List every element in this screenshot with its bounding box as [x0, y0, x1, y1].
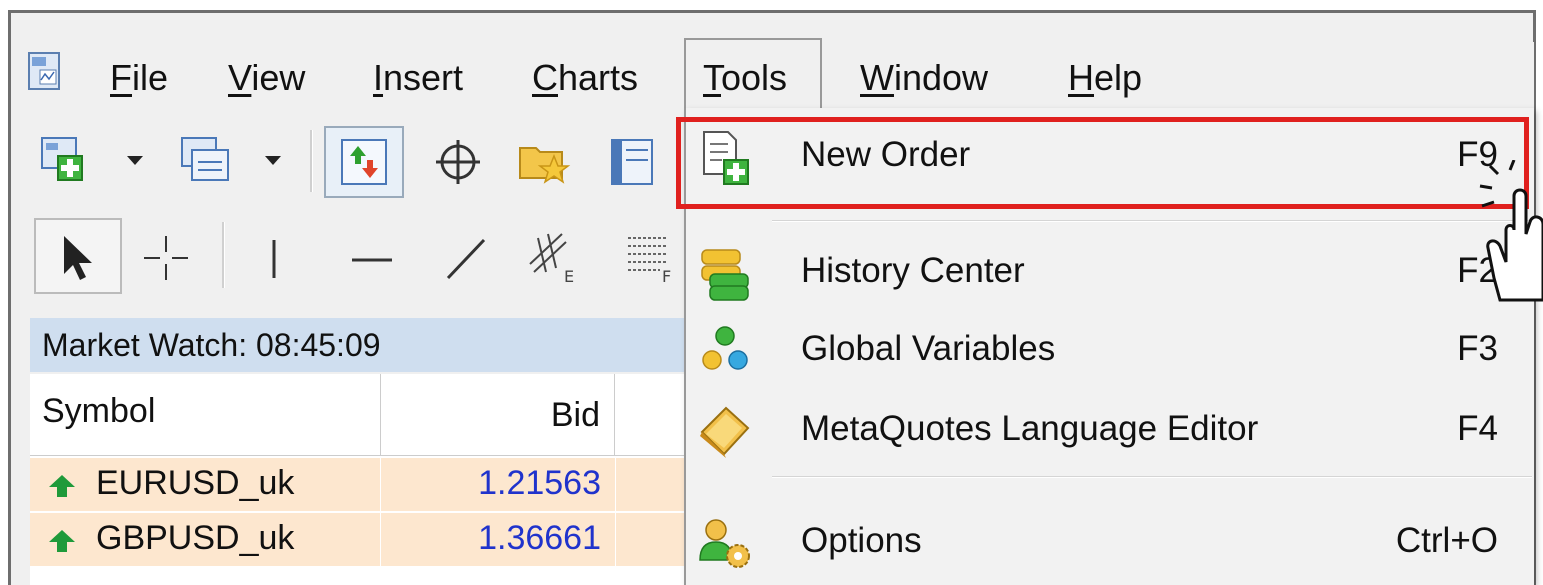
- app-icon[interactable]: [28, 52, 60, 90]
- profiles-icon[interactable]: [178, 134, 234, 190]
- arrow-up-icon: [49, 475, 75, 497]
- cell-divider: [615, 513, 616, 567]
- menu-separator: [772, 476, 1532, 478]
- menu-tools-hotkey: T: [703, 57, 721, 98]
- market-watch-table: Symbol Bid EURUSD_uk 1.21563 GBPUSD_uk 1…: [30, 374, 685, 585]
- menu-help-hotkey: H: [1068, 57, 1094, 98]
- cursor-icon: [64, 236, 92, 280]
- menu-item-shortcut: Ctrl+O: [1395, 521, 1498, 560]
- horizontal-line-icon[interactable]: [344, 230, 400, 286]
- menu-item-label: Options: [801, 521, 922, 560]
- menu-item-metaeditor[interactable]: MetaQuotes Language Editor F4: [686, 394, 1534, 464]
- cell-divider: [615, 458, 616, 512]
- menu-charts[interactable]: Charts: [532, 52, 638, 104]
- toolbar-separator: [222, 222, 225, 288]
- symbol-cell: GBPUSD_uk: [96, 519, 295, 557]
- hand-pointer-icon: [1479, 160, 1543, 302]
- menu-tools[interactable]: Tools: [703, 52, 787, 104]
- menu-view[interactable]: View: [228, 52, 305, 104]
- bid-cell: 1.36661: [478, 519, 601, 557]
- menu-file[interactable]: File: [110, 52, 168, 104]
- menu-tools-label: ools: [721, 57, 788, 98]
- menu-charts-hotkey: C: [532, 57, 558, 98]
- terminal-icon[interactable]: [604, 134, 660, 190]
- options-icon: [699, 519, 750, 568]
- menu-insert-label: nsert: [383, 57, 464, 98]
- menu-view-label: iew: [251, 57, 306, 98]
- market-watch-icon: [341, 139, 387, 185]
- highlight-box: [676, 117, 1529, 209]
- menu-separator: [772, 220, 1532, 222]
- menu-insert[interactable]: Insert: [373, 52, 463, 104]
- column-bid[interactable]: Bid: [380, 374, 615, 456]
- equidistant-channel-icon[interactable]: E: [524, 228, 580, 284]
- menu-window-hotkey: W: [860, 57, 894, 98]
- market-watch-title: Market Watch: 08:45:09: [30, 318, 685, 372]
- menu-charts-label: harts: [558, 57, 639, 98]
- global-variables-icon: [702, 326, 748, 370]
- new-chart-icon[interactable]: [40, 134, 96, 190]
- vertical-line-icon[interactable]: [246, 230, 302, 286]
- navigator-icon[interactable]: [516, 134, 572, 190]
- svg-text:F: F: [662, 267, 671, 284]
- app-window: File View Insert Charts Tools Window Hel…: [0, 0, 1543, 585]
- symbol-cell: EURUSD_uk: [96, 464, 295, 502]
- menu-item-global-variables[interactable]: Global Variables F3: [686, 314, 1534, 384]
- trendline-icon[interactable]: [438, 230, 494, 286]
- menu-insert-hotkey: I: [373, 57, 384, 98]
- menu-window[interactable]: Window: [860, 52, 988, 104]
- bid-cell: 1.21563: [478, 464, 601, 502]
- menu-item-label: MetaQuotes Language Editor: [801, 409, 1259, 448]
- menu-window-label: indow: [893, 57, 989, 98]
- table-header: Symbol Bid: [30, 374, 685, 456]
- chevron-down-icon[interactable]: [124, 150, 146, 170]
- crosshair-icon[interactable]: [430, 134, 486, 190]
- menu-help-label: elp: [1094, 57, 1143, 98]
- menu-item-history-center[interactable]: History Center F2: [686, 236, 1534, 306]
- menu-item-label: History Center: [801, 251, 1025, 290]
- fibonacci-icon[interactable]: F: [618, 228, 674, 284]
- history-center-icon: [701, 249, 749, 301]
- metaeditor-icon: [700, 406, 750, 458]
- column-symbol[interactable]: Symbol: [42, 392, 155, 431]
- menu-file-hotkey: F: [110, 57, 132, 98]
- menu-help[interactable]: Help: [1068, 52, 1142, 104]
- crosshair-tool-icon[interactable]: [138, 230, 194, 286]
- menu-item-options[interactable]: Options Ctrl+O: [686, 506, 1534, 576]
- menu-item-shortcut: F4: [1457, 409, 1498, 448]
- chevron-down-icon[interactable]: [262, 150, 284, 170]
- toolbar-separator: [310, 130, 313, 192]
- menu-file-label: ile: [132, 57, 169, 98]
- menu-item-label: Global Variables: [801, 329, 1056, 368]
- menu-view-hotkey: V: [228, 57, 252, 98]
- arrow-up-icon: [49, 530, 75, 552]
- svg-text:E: E: [564, 267, 574, 284]
- table-row[interactable]: GBPUSD_uk 1.36661: [30, 513, 685, 567]
- table-row[interactable]: EURUSD_uk 1.21563: [30, 458, 685, 512]
- menu-item-shortcut: F3: [1457, 329, 1498, 368]
